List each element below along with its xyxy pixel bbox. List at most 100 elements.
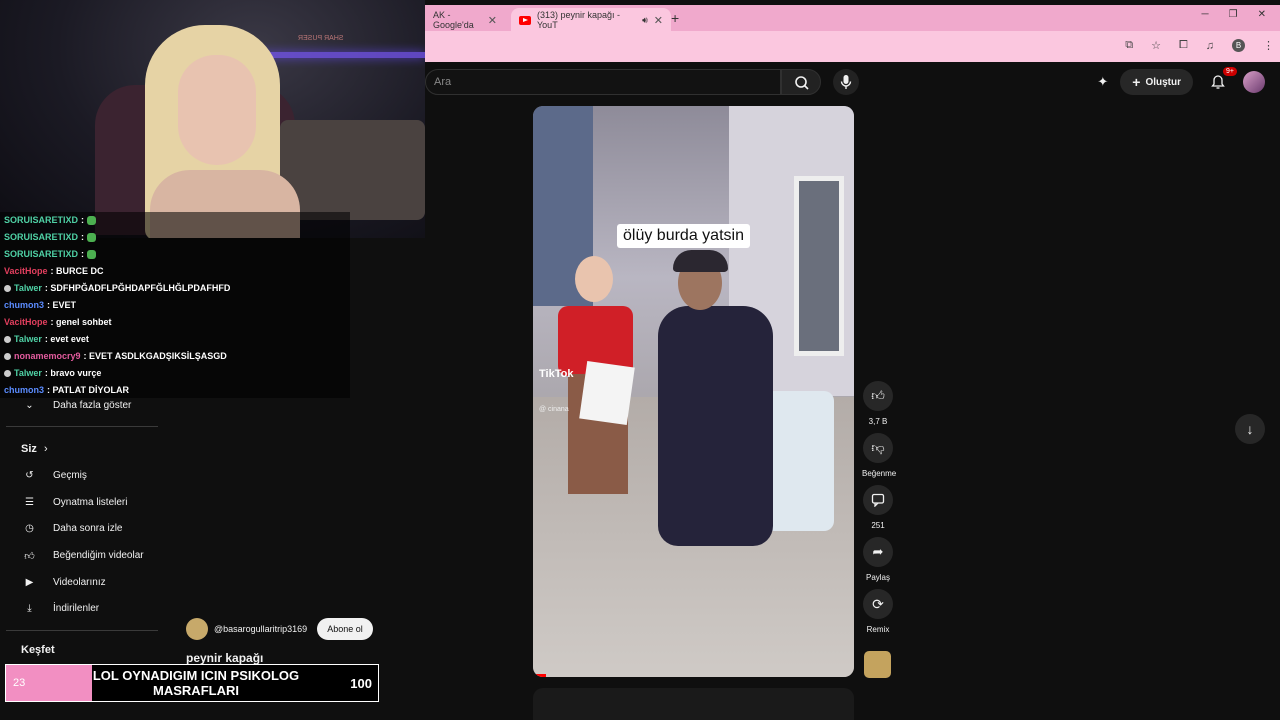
mic-icon	[840, 75, 852, 89]
chat-username[interactable]: Talwer	[14, 368, 42, 378]
create-label: Oluştur	[1145, 76, 1181, 88]
tab-title: AK - Google'da	[433, 10, 474, 30]
address-bar[interactable]: ⧉ ☆ ⧠ ♫ B ⋮	[425, 31, 1280, 62]
sound-thumbnail[interactable]	[864, 651, 891, 678]
you-header-label: Siz	[21, 443, 37, 455]
toolbar-icons: ⧉ ☆ ⧠ ♫ B ⋮	[1125, 39, 1274, 52]
comments-action: 251	[862, 485, 894, 530]
chat-emote-icon	[87, 249, 97, 259]
sidebar-item-playlists[interactable]: ☰ Oynatma listeleri	[22, 495, 127, 510]
chat-username[interactable]: Talwer	[14, 283, 42, 293]
tiktok-handle: @ cinana	[539, 406, 569, 413]
chat-text: :	[81, 249, 85, 259]
window-controls: ─ ❐ ✕	[1202, 9, 1280, 20]
show-more-button[interactable]: ⌄ Daha fazla göster	[22, 398, 131, 413]
sidebar-item-history[interactable]: ↺ Geçmiş	[22, 468, 87, 483]
search-input[interactable]: Ara	[425, 69, 781, 95]
menu-icon[interactable]: ⋮	[1263, 39, 1274, 52]
channel-avatar[interactable]	[186, 618, 208, 640]
chat-username[interactable]: SORUISARETIXD	[4, 232, 78, 242]
browser-tab-google[interactable]: AK - Google'da ✕	[425, 8, 505, 32]
media-control-icon[interactable]: ♫	[1206, 40, 1214, 52]
chat-username[interactable]: Talwer	[14, 334, 42, 344]
download-icon: ⤓	[27, 603, 32, 614]
remix-label: Remix	[866, 625, 890, 634]
chat-badge-icon	[4, 335, 11, 343]
sidebar-item-label: Beğendiğim videolar	[53, 550, 144, 561]
dislike-button[interactable]: 👎︎	[863, 433, 893, 463]
voice-search-button[interactable]	[833, 69, 859, 95]
thumb-up-icon: 👍︎	[871, 388, 885, 403]
chat-message: SORUISARETIXD:	[4, 215, 97, 225]
comment-icon	[871, 493, 885, 507]
chat-username[interactable]: chumon3	[4, 385, 44, 395]
donation-goal-widget: 23 LOL OYNADIGIM ICIN PSIKOLOG MASRAFLAR…	[5, 664, 379, 702]
sidebar-item-liked-videos[interactable]: 👍︎ Beğendiğim videolar	[22, 548, 144, 563]
profile-icon[interactable]: B	[1232, 39, 1245, 52]
webcam-overlay: SHAR PUSER	[0, 0, 425, 238]
chat-text: : genel sohbet	[50, 317, 112, 327]
browser-tab-youtube[interactable]: (313) peynir kapağı - YouT 🔊︎ ✕	[511, 8, 671, 32]
chat-text: : SDFHPĞADFLPĞHDAPFĞLHĞLPDAFHFD	[44, 283, 231, 293]
speaker-icon[interactable]: 🔊︎	[642, 15, 648, 26]
like-button[interactable]: 👍︎	[863, 381, 893, 411]
chat-username[interactable]: SORUISARETIXD	[4, 215, 78, 225]
extensions-icon[interactable]: ⧠	[1179, 39, 1188, 52]
sidebar-item-your-videos[interactable]: ▶ Videolarınız	[22, 575, 106, 590]
sparkle-icon[interactable]: ✦	[1097, 74, 1108, 90]
sidebar-item-label: Daha sonra izle	[53, 523, 123, 534]
chat-username[interactable]: VacitHope	[4, 317, 48, 327]
divider	[6, 426, 158, 427]
search-button[interactable]	[781, 69, 821, 95]
avatar[interactable]	[1243, 71, 1265, 93]
next-video-preview[interactable]	[533, 688, 854, 720]
sidebar-item-label: İndirilenler	[53, 603, 100, 614]
video-progress-bar[interactable]	[533, 674, 546, 677]
chat-username[interactable]: SORUISARETIXD	[4, 249, 78, 259]
you-section-header[interactable]: Siz ›	[21, 443, 48, 455]
share-label: Paylaş	[865, 573, 890, 582]
close-window-icon[interactable]: ✕	[1258, 9, 1266, 20]
next-video-button[interactable]: ↓	[1235, 414, 1265, 444]
like-action: 👍︎ 3,7 B	[862, 381, 894, 426]
video-player[interactable]: ölüy burda yatsin TikTok @ cinana	[533, 106, 854, 677]
video-title[interactable]: peynir kapağı	[186, 651, 263, 665]
restore-icon[interactable]: ❐	[1229, 9, 1238, 20]
sidebar-item-label: Geçmiş	[53, 470, 87, 481]
new-tab-button[interactable]: +	[671, 10, 679, 26]
stream-chat-overlay: SORUISARETIXD: SORUISARETIXD: SORUISARETIX…	[0, 212, 350, 398]
webcam-sign: SHAR PUSER	[298, 35, 344, 42]
show-more-label: Daha fazla göster	[53, 400, 132, 411]
install-app-icon[interactable]: ⧉	[1125, 39, 1133, 52]
notifications-button[interactable]: 9+	[1205, 67, 1237, 95]
remix-button[interactable]: ⟳	[863, 589, 893, 619]
create-button[interactable]: + Oluştur	[1120, 69, 1193, 95]
clock-icon: ◷	[25, 523, 34, 534]
subscribe-button[interactable]: Abone ol	[317, 618, 373, 640]
chat-username[interactable]: chumon3	[4, 300, 44, 310]
sidebar-item-watch-later[interactable]: ◷ Daha sonra izle	[22, 521, 122, 536]
chat-username[interactable]: VacitHope	[4, 266, 48, 276]
chat-text: : EVET	[47, 300, 77, 310]
playlist-icon: ☰	[25, 497, 34, 508]
comments-button[interactable]	[863, 485, 893, 515]
channel-row: @basarogullaritrip3169 Abone ol	[186, 618, 373, 640]
chat-message: Talwer: bravo vurçe	[4, 368, 101, 378]
minimize-icon[interactable]: ─	[1202, 9, 1209, 20]
dislike-label: Beğenme	[862, 469, 897, 478]
notification-count-badge: 9+	[1223, 67, 1237, 76]
youtube-favicon-icon	[519, 15, 531, 25]
chat-username[interactable]: nonamemocry9	[14, 351, 81, 361]
chat-emote-icon	[87, 215, 97, 225]
bookmark-star-icon[interactable]: ☆	[1151, 39, 1161, 52]
close-icon[interactable]: ✕	[654, 14, 663, 27]
close-icon[interactable]: ✕	[488, 14, 497, 27]
chat-text: :	[81, 232, 85, 242]
chat-text: : evet evet	[44, 334, 89, 344]
channel-name[interactable]: @basarogullaritrip3169	[214, 624, 307, 634]
sidebar-item-downloads[interactable]: ⤓ İndirilenler	[22, 601, 99, 616]
share-action: ➦ Paylaş	[862, 537, 894, 582]
chat-message: VacitHope: BURCE DC	[4, 266, 104, 276]
video-person	[648, 250, 778, 556]
share-button[interactable]: ➦	[863, 537, 893, 567]
